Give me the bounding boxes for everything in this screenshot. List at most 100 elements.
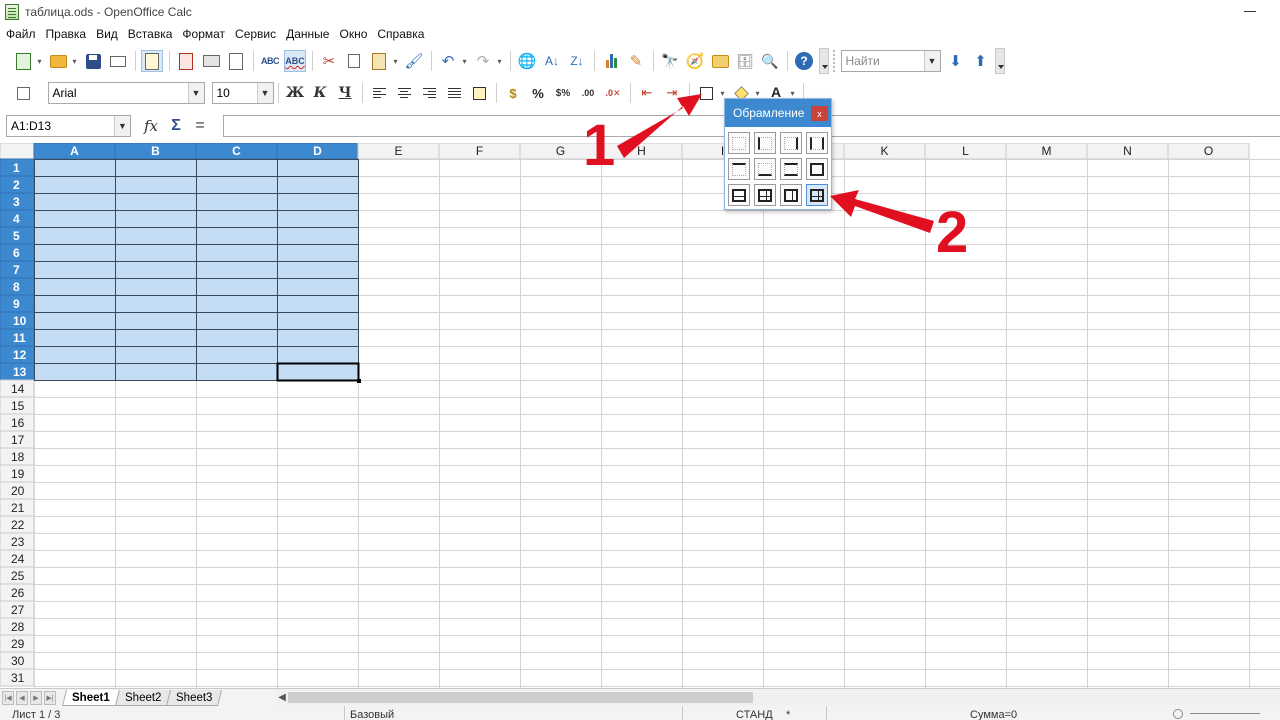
menu-help[interactable]: Справка [377, 27, 424, 41]
open-dropdown-icon[interactable]: ▾ [71, 57, 79, 66]
justify-icon[interactable] [443, 82, 465, 104]
close-icon[interactable]: x [811, 106, 828, 121]
chevron-down-icon[interactable]: ▼ [187, 83, 204, 103]
selection-mode[interactable]: СТАНД [736, 709, 773, 720]
left-border-option[interactable] [754, 132, 776, 154]
redo-dropdown-icon[interactable]: ▾ [496, 57, 504, 66]
outer-horizontal-border-option[interactable] [728, 184, 750, 206]
findbar-overflow-icon[interactable] [995, 48, 1005, 74]
italic-icon[interactable]: К [309, 82, 331, 104]
zoom-icon[interactable]: 🔍 [759, 50, 781, 72]
currency-format-icon[interactable]: $ [502, 82, 524, 104]
data-sources-icon[interactable]: 🗄 [734, 50, 756, 72]
right-border-option[interactable] [780, 132, 802, 154]
chevron-down-icon[interactable]: ▼ [114, 116, 130, 136]
gallery-icon[interactable] [709, 50, 731, 72]
fill-handle[interactable] [357, 379, 361, 383]
menu-format[interactable]: Формат [182, 27, 225, 41]
name-box[interactable]: A1:D13 ▼ [6, 115, 131, 137]
spreadsheet-grid[interactable]: ABCDEFGHIJKLMNO1234567891011121314151617… [0, 143, 1280, 688]
undo-dropdown-icon[interactable]: ▾ [461, 57, 469, 66]
add-decimal-icon[interactable]: .00 [577, 82, 599, 104]
align-center-icon[interactable] [393, 82, 415, 104]
sum-icon[interactable]: Σ [167, 117, 185, 135]
sum-indicator[interactable]: Сумма=0 [970, 709, 1017, 720]
menu-insert[interactable]: Вставка [128, 27, 173, 41]
function-wizard-icon[interactable]: fx [141, 117, 161, 135]
paste-dropdown-icon[interactable]: ▾ [392, 57, 400, 66]
scroll-thumb[interactable] [288, 692, 753, 703]
decrease-indent-icon[interactable]: ⇤ [636, 82, 658, 104]
font-size-combo[interactable]: 10 ▼ [211, 82, 274, 104]
draw-functions-icon[interactable]: ✎ [625, 50, 647, 72]
minimize-button[interactable] [1244, 11, 1256, 12]
open-folder-icon[interactable] [47, 50, 69, 72]
outer-vertical-border-option[interactable] [780, 184, 802, 206]
top-bottom-border-option[interactable] [780, 158, 802, 180]
borders-popup-header[interactable]: Обрамление x [725, 99, 831, 127]
menu-edit[interactable]: Правка [46, 27, 87, 41]
prev-sheet-icon[interactable]: ◀ [16, 690, 28, 705]
page-style[interactable]: Базовый [350, 709, 394, 720]
align-right-icon[interactable] [418, 82, 440, 104]
help-icon[interactable]: ? [793, 50, 815, 72]
outer-border-option[interactable] [806, 158, 828, 180]
increase-indent-icon[interactable]: ⇥ [661, 82, 683, 104]
first-sheet-icon[interactable]: |◀ [2, 690, 14, 705]
borders-icon[interactable] [695, 82, 717, 104]
equals-icon[interactable]: = [191, 117, 209, 135]
menu-view[interactable]: Вид [96, 27, 118, 41]
toolbar-overflow-icon[interactable] [818, 48, 829, 74]
font-color-dropdown-icon[interactable]: ▾ [789, 89, 797, 98]
sort-ascending-icon[interactable]: A↓ [541, 50, 563, 72]
toolbar-grip[interactable] [832, 50, 837, 72]
left-right-border-option[interactable] [806, 132, 828, 154]
new-document-icon[interactable] [12, 50, 34, 72]
chevron-down-icon[interactable]: ▼ [256, 83, 273, 103]
autospellcheck-icon[interactable]: ABC [284, 50, 306, 72]
chevron-down-icon[interactable]: ▼ [923, 51, 940, 71]
sheet-tab-1[interactable]: Sheet1 [62, 689, 120, 706]
borders-dropdown-icon[interactable]: ▾ [719, 89, 727, 98]
find-previous-icon[interactable]: ⬆ [970, 50, 992, 72]
zoom-slider[interactable] [1190, 713, 1260, 714]
zoom-out-icon[interactable] [1173, 709, 1183, 719]
save-icon[interactable] [82, 50, 104, 72]
menu-data[interactable]: Данные [286, 27, 329, 41]
find-input[interactable]: Найти ▼ [840, 50, 941, 72]
print-icon[interactable] [200, 50, 222, 72]
undo-icon[interactable]: ↶ [437, 50, 459, 72]
last-sheet-icon[interactable]: ▶| [44, 690, 56, 705]
chart-icon[interactable] [600, 50, 622, 72]
top-border-option[interactable] [728, 158, 750, 180]
print-preview-icon[interactable] [225, 50, 247, 72]
new-dropdown-icon[interactable]: ▾ [36, 57, 44, 66]
sheet-tab-3[interactable]: Sheet3 [166, 689, 223, 706]
underline-icon[interactable]: Ч [334, 82, 356, 104]
sheet-tab-2[interactable]: Sheet2 [114, 689, 172, 706]
bold-icon[interactable]: Ж [284, 82, 306, 104]
redo-icon[interactable]: ↷ [472, 50, 494, 72]
copy-icon[interactable] [343, 50, 365, 72]
all-borders-option[interactable] [806, 184, 828, 206]
export-pdf-icon[interactable] [175, 50, 197, 72]
background-color-dropdown-icon[interactable]: ▾ [754, 89, 762, 98]
delete-decimal-icon[interactable]: .0✕ [602, 82, 624, 104]
navigator-icon[interactable]: 🧭 [684, 50, 706, 72]
spellcheck-icon[interactable]: ABC [259, 50, 281, 72]
paste-icon[interactable] [368, 50, 390, 72]
grid-canvas[interactable]: ABCDEFGHIJKLMNO1234567891011121314151617… [0, 143, 1280, 688]
styles-icon[interactable] [12, 82, 34, 104]
hyperlink-icon[interactable]: 🌐 [516, 50, 538, 72]
next-sheet-icon[interactable]: ▶ [30, 690, 42, 705]
font-name-combo[interactable]: Arial ▼ [47, 82, 205, 104]
bottom-border-option[interactable] [754, 158, 776, 180]
menu-tools[interactable]: Сервис [235, 27, 276, 41]
percent-format-icon[interactable]: % [527, 82, 549, 104]
select-all-corner[interactable] [0, 143, 35, 160]
standard-format-icon[interactable]: $% [552, 82, 574, 104]
cut-icon[interactable]: ✂ [318, 50, 340, 72]
merge-cells-icon[interactable] [468, 82, 490, 104]
scroll-left-icon[interactable]: ◀ [276, 690, 288, 705]
outer-all-inner-border-option[interactable] [754, 184, 776, 206]
